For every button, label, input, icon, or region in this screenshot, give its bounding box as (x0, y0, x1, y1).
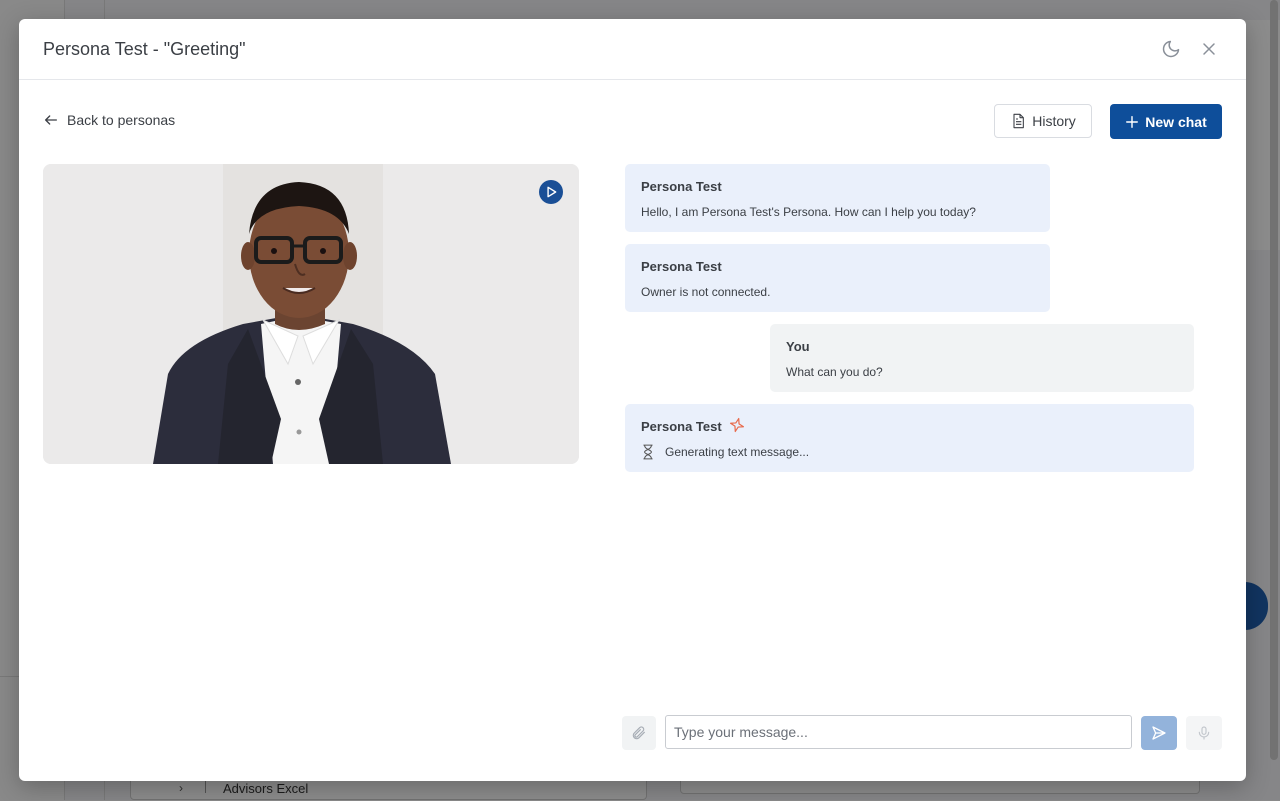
history-button-label: History (1032, 113, 1076, 129)
message-sender: You (786, 339, 810, 354)
microphone-icon (1198, 726, 1210, 740)
arrow-left-icon (45, 115, 57, 125)
plus-icon (1126, 115, 1139, 128)
message-text: Owner is not connected. (641, 285, 771, 299)
history-button[interactable]: History (994, 104, 1092, 138)
message-sender: Persona Test (641, 179, 722, 194)
microphone-button[interactable] (1186, 716, 1222, 750)
message-text: Hello, I am Persona Test's Persona. How … (641, 205, 976, 219)
chat-message-user: You What can you do? (770, 324, 1194, 392)
modal-title: Persona Test - "Greeting" (43, 39, 246, 59)
send-button[interactable] (1141, 716, 1177, 750)
back-link-label: Back to personas (67, 112, 176, 128)
message-text: What can you do? (786, 365, 883, 379)
chat-message: Persona Test Hello, I am Persona Test's … (625, 164, 1050, 232)
play-icon (547, 186, 557, 198)
play-button[interactable] (539, 180, 563, 204)
send-icon (1152, 726, 1166, 740)
message-text: Generating text message... (665, 445, 810, 459)
message-sender: Persona Test (641, 419, 722, 434)
persona-test-modal: Persona Test - "Greeting" Back to person… (19, 19, 1246, 781)
new-chat-button[interactable]: New chat (1110, 104, 1222, 139)
chat-message: Persona Test Owner is not connected. (625, 244, 1050, 312)
chat-message-generating: Persona Test Generating text message... (625, 404, 1194, 472)
close-icon[interactable] (1199, 39, 1219, 59)
message-sender: Persona Test (641, 259, 722, 274)
persona-video[interactable] (43, 164, 579, 464)
persona-avatar-image (43, 164, 579, 464)
moon-icon[interactable] (1161, 39, 1181, 59)
sparkle-icon (729, 417, 745, 433)
back-to-personas-link[interactable]: Back to personas (43, 112, 175, 128)
paperclip-icon (632, 726, 645, 740)
new-chat-button-label: New chat (1145, 113, 1207, 130)
message-input[interactable] (665, 715, 1132, 749)
hourglass-icon (643, 444, 653, 460)
modal-header: Persona Test - "Greeting" (19, 19, 1246, 80)
attach-button[interactable] (622, 716, 656, 750)
document-icon (1013, 113, 1025, 129)
